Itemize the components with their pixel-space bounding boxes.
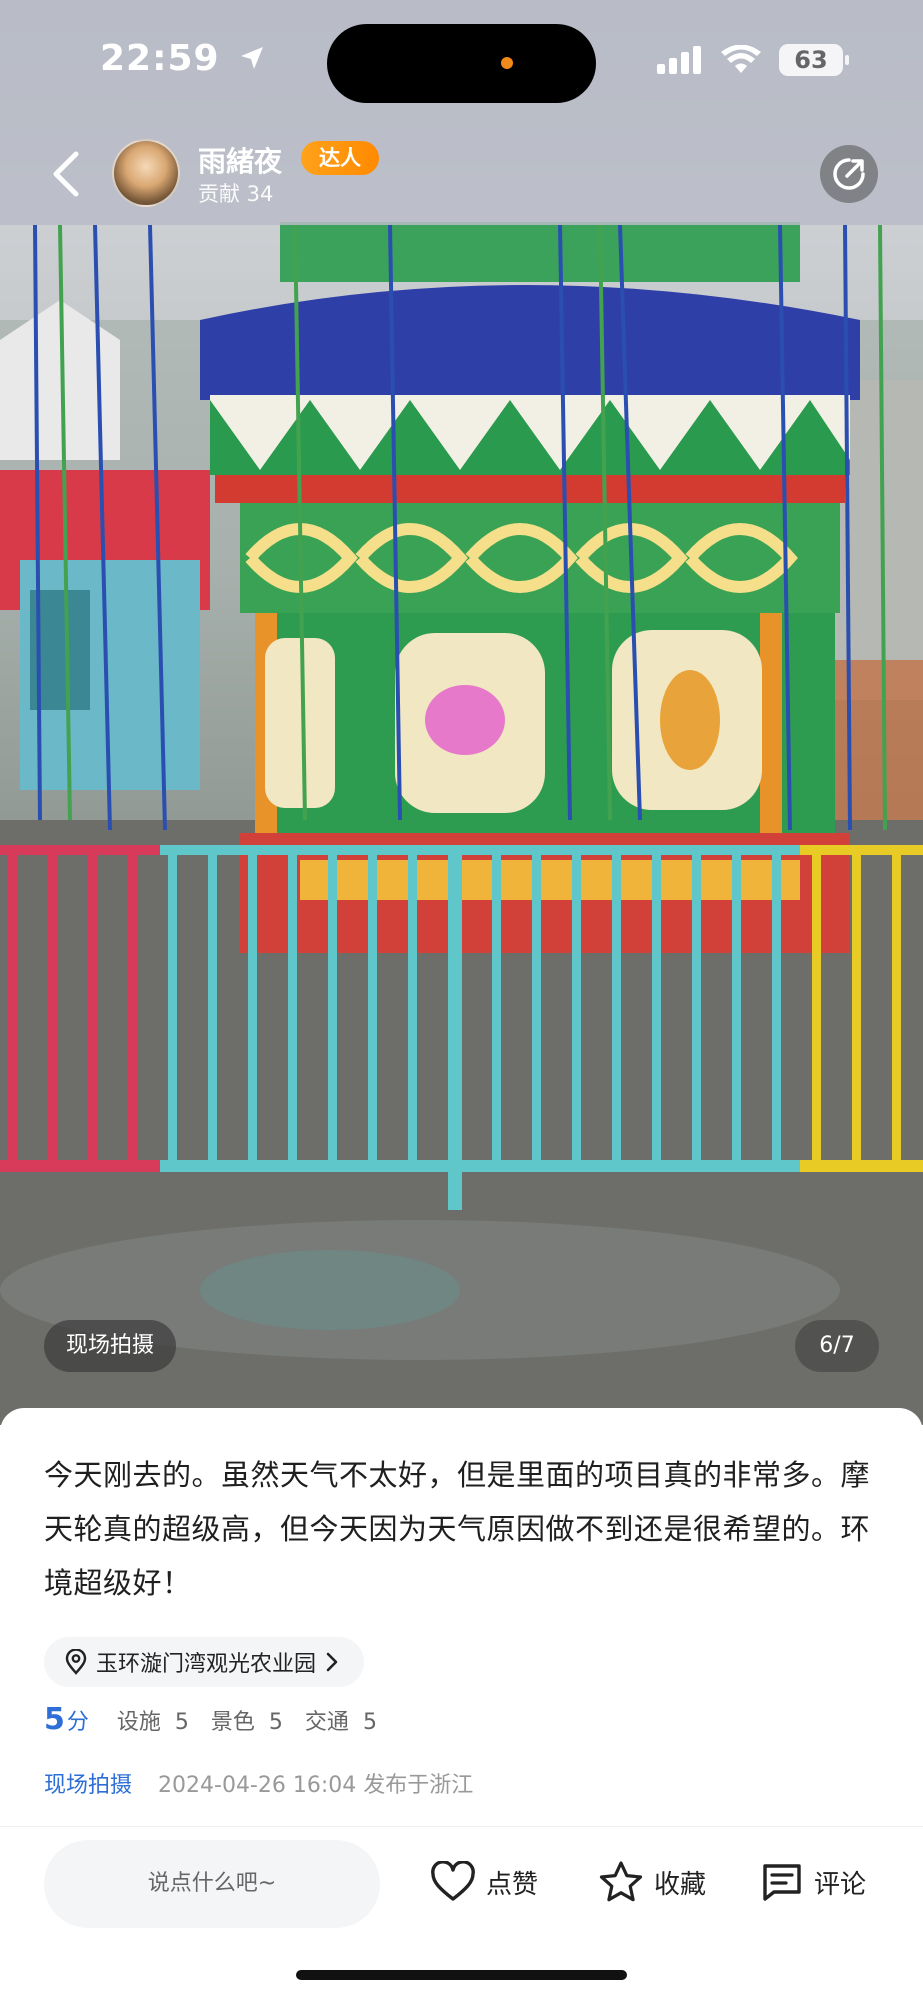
- score-unit: 分: [66, 1710, 89, 1735]
- comment-input[interactable]: 说点什么吧~: [44, 1840, 380, 1928]
- rating-scenery: 景色 5: [211, 1704, 283, 1736]
- post-timestamp-location: 2024-04-26 16:04 发布于浙江: [158, 1773, 474, 1798]
- battery-level: 63: [794, 46, 828, 74]
- dynamic-island: [327, 24, 596, 103]
- rating-scenery-value: 5: [268, 1710, 283, 1735]
- rating-transport-value: 5: [362, 1710, 377, 1735]
- rating-transport-label: 交通: [304, 1710, 349, 1735]
- favorite-label: 收藏: [654, 1869, 707, 1900]
- post-meta: 现场拍摄 2024-04-26 16:04 发布于浙江: [44, 1767, 473, 1799]
- home-indicator[interactable]: [296, 1970, 627, 1980]
- comment-label: 评论: [814, 1869, 867, 1900]
- back-chevron-icon: [53, 151, 79, 197]
- favorite-button[interactable]: 收藏: [598, 1854, 706, 1910]
- rating-facilities-value: 5: [174, 1710, 189, 1735]
- carousel-scene: [0, 0, 923, 1425]
- rating-transport: 交通 5: [305, 1704, 377, 1736]
- wifi-icon: [721, 45, 761, 73]
- overall-score: 5: [44, 1702, 65, 1737]
- rating-scenery-label: 景色: [210, 1710, 255, 1735]
- post-photo[interactable]: [0, 0, 923, 1425]
- rating-facilities: 设施 5: [117, 1704, 189, 1736]
- contribution-count: 贡献 34: [198, 182, 274, 206]
- photo-counter: 6/7: [795, 1320, 879, 1372]
- meta-tag-link[interactable]: 现场拍摄: [44, 1767, 132, 1799]
- location-pin-icon: [65, 1649, 87, 1675]
- rating-row: 5 分 设施 5 景色 5 交通 5: [44, 1702, 399, 1737]
- user-avatar[interactable]: [112, 139, 180, 207]
- comment-icon: [763, 1864, 801, 1901]
- comment-button[interactable]: 评论: [760, 1854, 866, 1910]
- share-icon: [833, 158, 865, 190]
- star-icon: [599, 1861, 643, 1902]
- like-button[interactable]: 点赞: [430, 1854, 538, 1910]
- location-name: 玉环漩门湾观光农业园: [96, 1652, 317, 1677]
- status-icons: 63: [657, 44, 849, 76]
- status-time: 22:59: [100, 38, 265, 79]
- recording-indicator: [501, 57, 513, 69]
- status-time-text: 22:59: [100, 38, 220, 79]
- share-button[interactable]: [820, 145, 878, 203]
- rating-facilities-label: 设施: [116, 1710, 161, 1735]
- chevron-right-icon: [326, 1652, 338, 1672]
- post-text: 今天刚去的。虽然天气不太好，但是里面的项目真的非常多。摩天轮真的超级高，但今天因…: [44, 1458, 871, 1600]
- expert-badge: 达人: [301, 141, 379, 175]
- heart-icon: [431, 1861, 475, 1901]
- user-name[interactable]: 雨緒夜: [198, 140, 282, 180]
- location-chip[interactable]: 玉环漩门湾观光农业园: [44, 1637, 365, 1687]
- location-arrow-icon: [241, 47, 264, 69]
- back-button[interactable]: [44, 148, 88, 200]
- like-label: 点赞: [486, 1869, 539, 1900]
- photo-source-tag: 现场拍摄: [44, 1320, 177, 1372]
- signal-icon: [657, 46, 701, 74]
- battery-icon: 63: [779, 44, 849, 76]
